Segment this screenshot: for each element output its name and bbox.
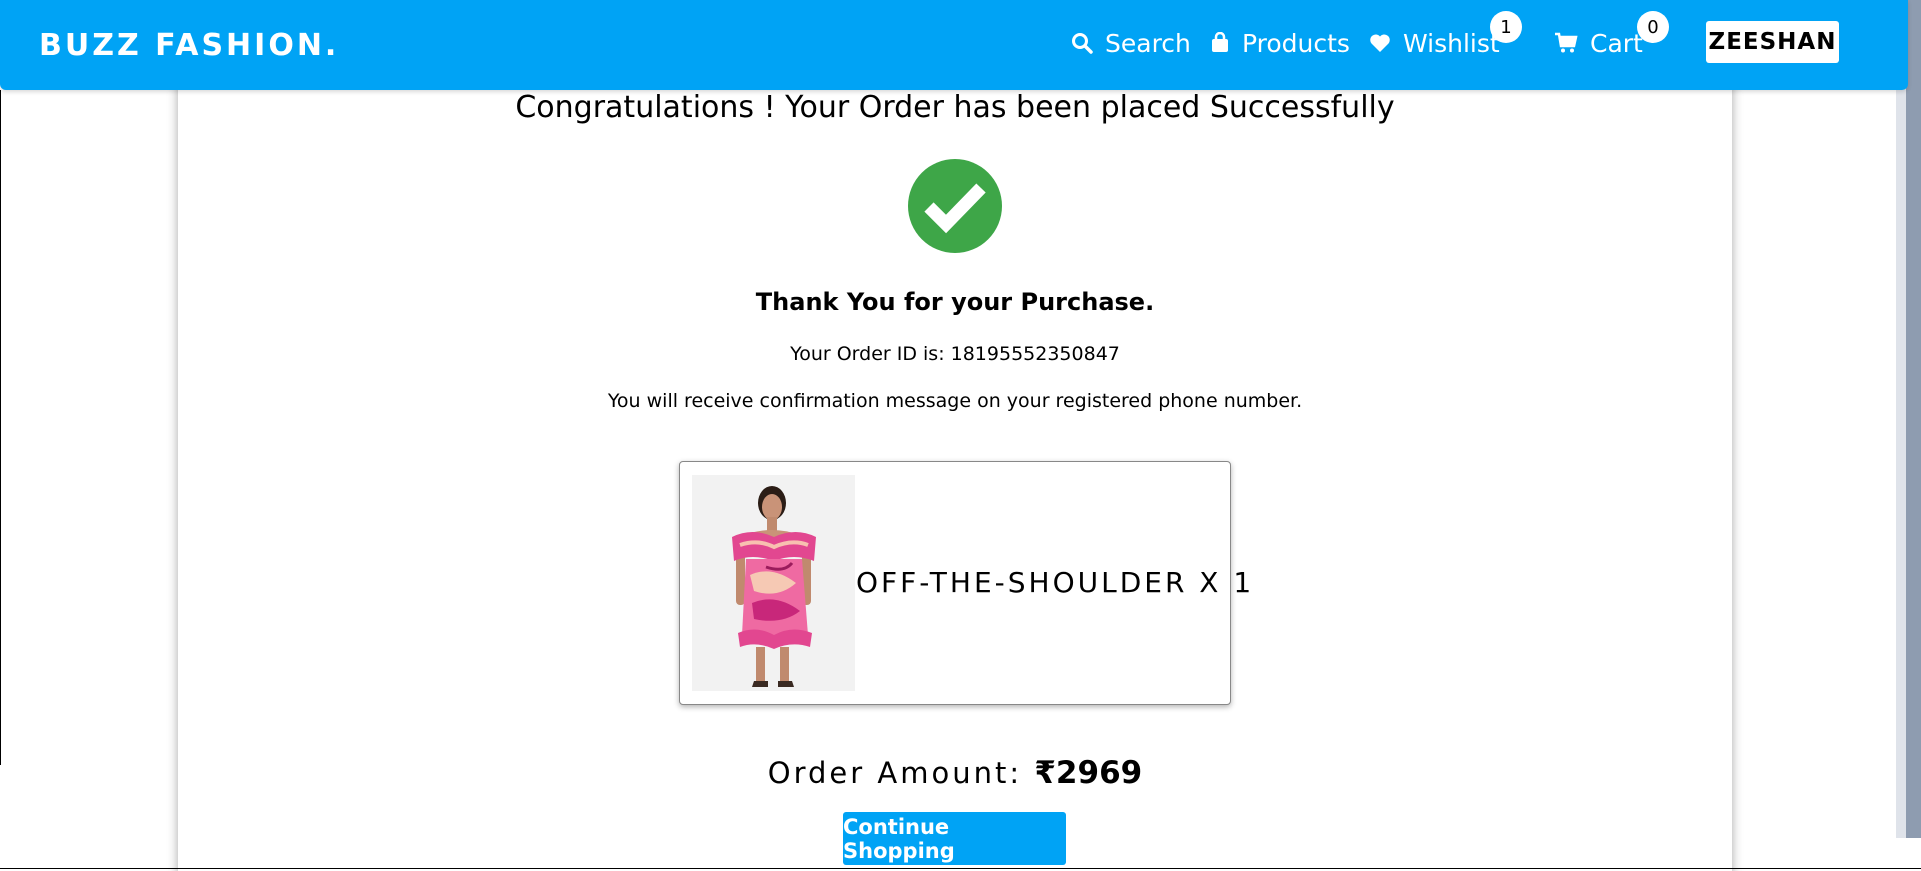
cart-icon bbox=[1554, 32, 1578, 54]
order-amount-label: Order Amount: bbox=[767, 756, 1023, 790]
check-circle-icon bbox=[907, 158, 1003, 254]
order-id-text: Your Order ID is: 18195552350847 bbox=[790, 343, 1120, 365]
bottom-border bbox=[0, 868, 1921, 869]
nav-wishlist-label: Wishlist bbox=[1403, 28, 1500, 58]
left-edge bbox=[0, 90, 1, 765]
thank-you-message: Thank You for your Purchase. bbox=[755, 288, 1155, 316]
confirmation-message: You will receive confirmation message on… bbox=[607, 390, 1303, 412]
search-icon bbox=[1071, 32, 1093, 54]
nav-wishlist[interactable]: Wishlist bbox=[1369, 26, 1500, 60]
product-image bbox=[692, 475, 855, 691]
nav-cart-label: Cart bbox=[1590, 28, 1643, 58]
nav-cart[interactable]: Cart bbox=[1554, 26, 1643, 60]
nav-products-label: Products bbox=[1242, 28, 1350, 58]
cart-count-badge: 0 bbox=[1637, 11, 1669, 43]
nav-products[interactable]: Products bbox=[1210, 26, 1350, 60]
ordered-product-card[interactable]: OFF-THE-SHOULDER X 1 bbox=[679, 461, 1251, 705]
user-account-button[interactable]: ZEESHAN bbox=[1706, 21, 1839, 63]
nav-search[interactable]: Search bbox=[1071, 26, 1191, 60]
scrollbar-track[interactable] bbox=[1896, 0, 1906, 838]
wishlist-count-badge: 1 bbox=[1490, 11, 1522, 43]
confirmation-title: Congratulations ! Your Order has been pl… bbox=[515, 90, 1395, 125]
heart-icon bbox=[1369, 33, 1391, 53]
continue-shopping-button[interactable]: Continue Shopping bbox=[843, 812, 1066, 865]
bag-icon bbox=[1210, 32, 1230, 54]
navbar: BUZZ FASHION. Search Products Wishlist 1… bbox=[0, 0, 1908, 90]
brand-logo[interactable]: BUZZ FASHION. bbox=[39, 28, 339, 63]
product-name-quantity: OFF-THE-SHOULDER X 1 bbox=[856, 566, 1255, 599]
order-amount: Order Amount: ₹2969 bbox=[178, 755, 1732, 791]
order-amount-value: ₹2969 bbox=[1034, 755, 1143, 791]
scrollbar[interactable] bbox=[1906, 0, 1921, 838]
nav-search-label: Search bbox=[1105, 28, 1191, 58]
